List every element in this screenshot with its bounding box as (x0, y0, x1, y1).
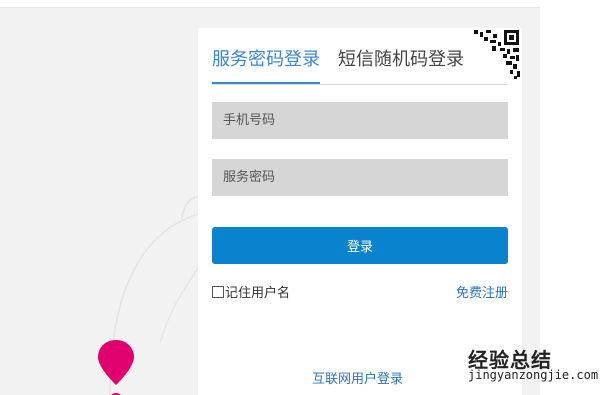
watermark-url: jingyanzongjie.com (468, 368, 599, 382)
service-password-input[interactable] (212, 159, 508, 196)
internet-user-login-link[interactable]: 互联网用户登录 (312, 368, 403, 387)
phone-number-input[interactable] (212, 102, 508, 139)
smile-icon (544, 344, 568, 368)
remember-label: 记住用户名 (225, 286, 291, 301)
qr-code-icon[interactable] (470, 28, 522, 80)
remember-checkbox[interactable] (212, 285, 224, 298)
location-pin-icon (98, 340, 134, 395)
watermark: 经验总结 jingyanzongjie.com (468, 344, 598, 388)
login-panel: 服务密码登录 短信随机码登录 登录 记住用户名 免费注册 互联网用户登录 (198, 28, 522, 395)
login-tabs: 服务密码登录 短信随机码登录 (212, 48, 508, 85)
login-button[interactable]: 登录 (212, 227, 508, 264)
free-register-link[interactable]: 免费注册 (456, 282, 508, 301)
tab-sms-code[interactable]: 短信随机码登录 (338, 48, 464, 72)
tab-service-password[interactable]: 服务密码登录 (212, 48, 320, 84)
remember-username[interactable]: 记住用户名 (212, 282, 290, 301)
